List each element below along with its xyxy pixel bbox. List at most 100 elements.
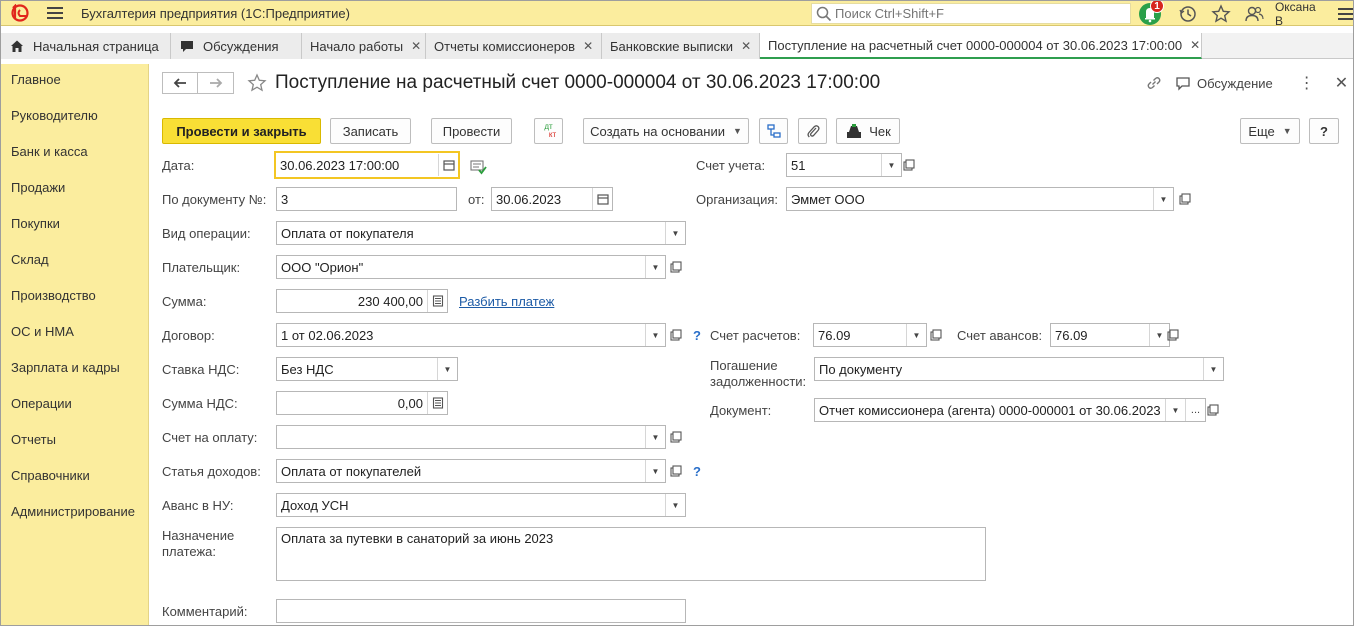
- close-form-icon[interactable]: ✕: [1335, 73, 1348, 93]
- tab-receipt-document[interactable]: Поступление на расчетный счет 0000-00000…: [760, 33, 1202, 59]
- main-menu-icon[interactable]: [47, 7, 63, 19]
- sidebar-item-payroll[interactable]: Зарплата и кадры: [1, 352, 148, 388]
- open-contract-button[interactable]: [667, 324, 685, 346]
- open-account-button[interactable]: [900, 154, 918, 176]
- operation-type-select[interactable]: Оплата от покупателя ▼: [276, 221, 686, 245]
- close-icon[interactable]: ✕: [741, 39, 751, 53]
- document-select[interactable]: Отчет комиссионера (агента) 0000-000001 …: [814, 398, 1206, 422]
- search-box[interactable]: [811, 3, 1131, 24]
- user-name[interactable]: Оксана В: [1275, 1, 1324, 28]
- account-select[interactable]: 51 ▼: [786, 153, 902, 177]
- calendar-button[interactable]: [592, 188, 612, 210]
- sidebar-item-reports[interactable]: Отчеты: [1, 424, 148, 460]
- receipt-button[interactable]: Чек: [836, 118, 900, 144]
- chevron-down-icon[interactable]: ▼: [1165, 399, 1185, 421]
- close-icon[interactable]: ✕: [583, 39, 593, 53]
- chevron-down-icon[interactable]: ▼: [881, 154, 901, 176]
- sidebar-item-operations[interactable]: Операции: [1, 388, 148, 424]
- advance-tax-select[interactable]: Доход УСН ▼: [276, 493, 686, 517]
- contract-help-icon[interactable]: ?: [693, 328, 701, 343]
- tab-getting-started[interactable]: Начало работы ✕: [302, 33, 426, 59]
- post-button[interactable]: Провести: [431, 118, 512, 144]
- calendar-button[interactable]: [438, 154, 458, 176]
- open-invoice-button[interactable]: [667, 426, 685, 448]
- open-advance-account-button[interactable]: [1164, 324, 1182, 346]
- 1c-logo[interactable]: [5, 1, 35, 26]
- chevron-down-icon[interactable]: ▼: [906, 324, 926, 346]
- users-button[interactable]: [1243, 3, 1265, 25]
- calculator-button[interactable]: [427, 290, 447, 312]
- chevron-down-icon[interactable]: ▼: [665, 222, 685, 244]
- settlement-account-select[interactable]: 76.09 ▼: [813, 323, 927, 347]
- structure-button[interactable]: [759, 118, 788, 144]
- tab-bank-statements[interactable]: Банковские выписки ✕: [602, 33, 760, 59]
- from-date-field[interactable]: 30.06.2023: [491, 187, 613, 211]
- open-payer-button[interactable]: [667, 256, 685, 278]
- payment-purpose-textarea[interactable]: Оплата за путевки в санаторий за июнь 20…: [276, 527, 986, 581]
- discussion-button[interactable]: Обсуждение: [1175, 75, 1273, 91]
- tab-discussions[interactable]: Обсуждения: [171, 33, 302, 59]
- tab-home[interactable]: Начальная страница: [1, 33, 171, 59]
- help-button[interactable]: ?: [1309, 118, 1339, 144]
- comment-field[interactable]: [276, 599, 686, 623]
- repayment-select[interactable]: По документу ▼: [814, 357, 1224, 381]
- search-input[interactable]: [833, 6, 1123, 21]
- system-menu-icon[interactable]: [1337, 7, 1353, 20]
- advance-account-select[interactable]: 76.09 ▼: [1050, 323, 1170, 347]
- sidebar-item-sales[interactable]: Продажи: [1, 172, 148, 208]
- favorites-button[interactable]: [1210, 3, 1231, 25]
- sidebar-item-production[interactable]: Производство: [1, 280, 148, 316]
- post-and-close-button[interactable]: Провести и закрыть: [162, 118, 321, 144]
- back-button[interactable]: [162, 72, 198, 94]
- more-actions-icon[interactable]: ⋮: [1299, 73, 1315, 93]
- sidebar-item-purchases[interactable]: Покупки: [1, 208, 148, 244]
- income-item-select[interactable]: Оплата от покупателей ▼: [276, 459, 666, 483]
- vat-rate-select[interactable]: Без НДС ▼: [276, 357, 458, 381]
- chevron-down-icon[interactable]: ▼: [645, 324, 665, 346]
- chevron-down-icon[interactable]: ▼: [1153, 188, 1173, 210]
- sidebar-item-catalogs[interactable]: Справочники: [1, 460, 148, 496]
- chevron-down-icon[interactable]: ▼: [645, 426, 665, 448]
- tab-commissioner-reports[interactable]: Отчеты комиссионеров ✕: [426, 33, 602, 59]
- open-organization-button[interactable]: [1176, 188, 1194, 210]
- sidebar-item-bank-cash[interactable]: Банк и касса: [1, 136, 148, 172]
- open-document-button[interactable]: [1204, 399, 1222, 421]
- chevron-down-icon[interactable]: ▼: [1203, 358, 1223, 380]
- chevron-down-icon[interactable]: ▼: [645, 460, 665, 482]
- sidebar-item-fixed-assets[interactable]: ОС и НМА: [1, 316, 148, 352]
- dt-kt-button[interactable]: дт кт: [534, 118, 563, 144]
- select-document-button[interactable]: ...: [1185, 399, 1205, 421]
- sidebar-item-manager[interactable]: Руководителю: [1, 100, 148, 136]
- doc-number-field[interactable]: 3: [276, 187, 457, 211]
- income-help-icon[interactable]: ?: [693, 464, 701, 479]
- split-payment-link[interactable]: Разбить платеж: [459, 294, 554, 309]
- organization-select[interactable]: Эммет ООО ▼: [786, 187, 1174, 211]
- favorite-star-icon[interactable]: [247, 73, 267, 93]
- calculator-button[interactable]: [427, 392, 447, 414]
- create-based-on-button[interactable]: Создать на основании ▼: [583, 118, 749, 144]
- payer-select[interactable]: ООО "Орион" ▼: [276, 255, 666, 279]
- open-settlement-account-button[interactable]: [927, 324, 945, 346]
- sidebar-item-warehouse[interactable]: Склад: [1, 244, 148, 280]
- date-field[interactable]: 30.06.2023 17:00:00: [274, 151, 460, 179]
- sidebar-item-administration[interactable]: Администрирование: [1, 496, 148, 532]
- more-button[interactable]: Еще ▼: [1240, 118, 1300, 144]
- sidebar-item-main[interactable]: Главное: [1, 64, 148, 100]
- history-button[interactable]: [1178, 3, 1199, 25]
- contract-select[interactable]: 1 от 02.06.2023 ▼: [276, 323, 666, 347]
- forward-button[interactable]: [198, 72, 234, 94]
- invoice-select[interactable]: ▼: [276, 425, 666, 449]
- notifications-button[interactable]: 1: [1138, 1, 1164, 26]
- vat-sum-field[interactable]: 0,00: [276, 391, 448, 415]
- link-icon[interactable]: [1145, 74, 1163, 92]
- open-income-item-button[interactable]: [667, 460, 685, 482]
- sum-field[interactable]: 230 400,00: [276, 289, 448, 313]
- save-button[interactable]: Записать: [330, 118, 411, 144]
- close-icon[interactable]: ✕: [411, 39, 421, 53]
- chevron-down-icon[interactable]: ▼: [645, 256, 665, 278]
- chevron-down-icon[interactable]: ▼: [665, 494, 685, 516]
- chevron-down-icon[interactable]: ▼: [437, 358, 457, 380]
- document-status-icon[interactable]: [470, 159, 488, 175]
- close-icon[interactable]: ✕: [1190, 38, 1200, 52]
- attachments-button[interactable]: [798, 118, 827, 144]
